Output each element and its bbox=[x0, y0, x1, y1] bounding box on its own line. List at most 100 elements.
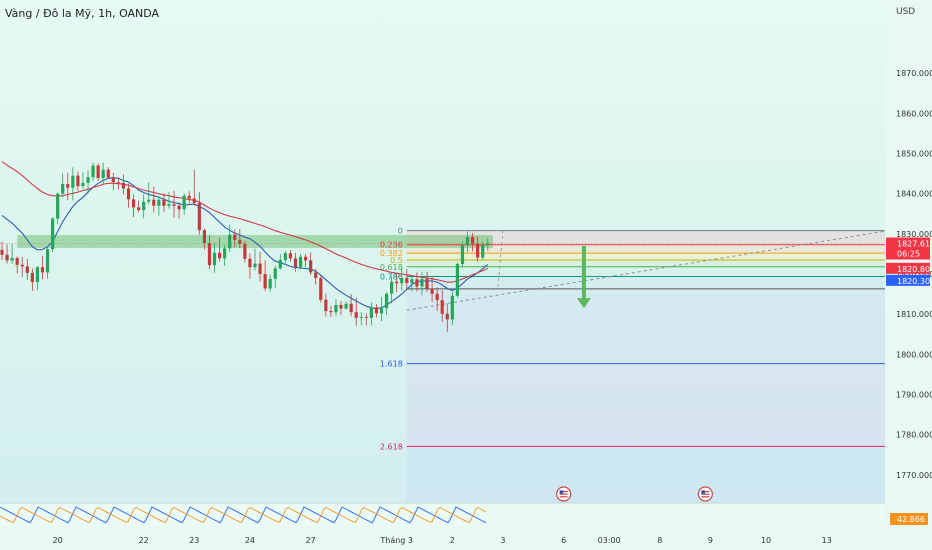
candle-body bbox=[450, 295, 454, 320]
candle-body bbox=[243, 243, 247, 259]
candle-body bbox=[207, 243, 212, 266]
price-tick-label: 1840.000 bbox=[896, 190, 932, 199]
candle-body bbox=[177, 205, 181, 210]
candle-body bbox=[314, 272, 318, 279]
candle-body bbox=[126, 188, 131, 200]
candle-body bbox=[278, 259, 282, 269]
flag-canton bbox=[701, 490, 705, 494]
candle-body bbox=[470, 237, 475, 244]
candle-body bbox=[45, 249, 50, 273]
price-tick-label: 1780.000 bbox=[896, 431, 932, 440]
candle-body bbox=[465, 237, 470, 246]
candle-body bbox=[273, 268, 277, 279]
candle-body bbox=[167, 204, 171, 206]
candle-body bbox=[142, 201, 146, 211]
time-tick-label: 2 bbox=[450, 536, 455, 545]
time-tick-label: 13 bbox=[822, 536, 832, 545]
candle-body bbox=[56, 193, 60, 219]
candle-body bbox=[486, 243, 490, 246]
candle-body bbox=[420, 278, 424, 287]
candle-body bbox=[106, 169, 110, 178]
flag-stripe bbox=[701, 493, 710, 495]
candle-body bbox=[364, 317, 368, 318]
flag-canton bbox=[559, 490, 564, 494]
candle-body bbox=[25, 266, 29, 273]
candle-body bbox=[96, 165, 100, 179]
candle-body bbox=[374, 307, 379, 314]
candle-body bbox=[40, 267, 45, 273]
candle-body bbox=[400, 278, 404, 284]
candle-body bbox=[182, 195, 186, 210]
current-price-value: 1827.615 bbox=[897, 240, 932, 249]
candle-body bbox=[212, 252, 217, 266]
candle-body bbox=[390, 281, 394, 294]
flag-stripe bbox=[559, 493, 568, 495]
resistance-zone bbox=[17, 235, 493, 248]
candle-body bbox=[369, 307, 373, 318]
oscillator-pane bbox=[0, 503, 885, 527]
candle-body bbox=[288, 253, 293, 259]
candle-body bbox=[86, 177, 90, 183]
fib-band bbox=[406, 288, 888, 364]
us-flag-icon bbox=[697, 486, 713, 502]
candle-body bbox=[223, 248, 227, 259]
symbol-title[interactable]: Vàng / Đô la Mỹ, 1h, OANDA bbox=[5, 7, 160, 20]
candle-body bbox=[91, 165, 95, 178]
candle-body bbox=[202, 230, 206, 244]
candle-body bbox=[131, 199, 136, 208]
candle-body bbox=[410, 279, 414, 283]
candle-body bbox=[197, 202, 201, 231]
candle-body bbox=[293, 258, 298, 268]
candle-body bbox=[238, 239, 242, 244]
candle-body bbox=[10, 257, 14, 261]
oscillator-value-layer: 42.866 bbox=[890, 513, 928, 525]
chart-canvas[interactable]: 00.2360.3820.50.6180.7861.6182.618 USD 1… bbox=[0, 0, 932, 550]
price-tick-label: 1850.000 bbox=[896, 150, 932, 159]
time-tick-label: 03:00 bbox=[598, 536, 621, 545]
candle-body bbox=[425, 278, 429, 289]
candle-body bbox=[248, 258, 252, 268]
candle-body bbox=[0, 249, 4, 255]
fib-band bbox=[406, 363, 888, 447]
candle-body bbox=[192, 198, 196, 203]
candle-body bbox=[20, 264, 24, 267]
time-tick-label: 20 bbox=[53, 536, 63, 545]
candle-body bbox=[228, 234, 232, 249]
candle-body bbox=[334, 304, 338, 313]
candle-body bbox=[455, 264, 459, 296]
oscillator-value: 42.866 bbox=[897, 515, 925, 524]
candle-body bbox=[162, 199, 166, 206]
candle-body bbox=[395, 281, 399, 284]
candle-body bbox=[66, 184, 70, 188]
candle-body bbox=[415, 279, 419, 287]
candle-body bbox=[359, 317, 363, 318]
candle-body bbox=[309, 260, 313, 273]
candle-body bbox=[35, 267, 40, 283]
candle-body bbox=[445, 313, 449, 320]
candle-body bbox=[329, 310, 333, 313]
time-tick-label: 8 bbox=[657, 536, 662, 545]
candle-body bbox=[172, 204, 176, 206]
time-tick-label: Tháng 3 bbox=[379, 536, 413, 545]
candle-body bbox=[268, 278, 272, 289]
ma-price-value: 1820.804 bbox=[897, 265, 932, 274]
candle-body bbox=[30, 272, 34, 283]
price-tick-label: 1860.000 bbox=[896, 109, 932, 118]
price-tick-label: 1800.000 bbox=[896, 350, 932, 359]
candle-body bbox=[405, 278, 409, 283]
candle-body bbox=[304, 256, 308, 261]
candle-body bbox=[379, 308, 384, 314]
us-flag-icon bbox=[556, 486, 572, 502]
fib-level-label: 1.618 bbox=[380, 360, 403, 369]
candle-body bbox=[233, 234, 237, 240]
candle-body bbox=[76, 175, 80, 187]
fib-level-label: 2.618 bbox=[380, 442, 403, 451]
candle-body bbox=[324, 299, 328, 311]
price-tick-label: 1870.000 bbox=[896, 69, 932, 78]
time-tick-label: 23 bbox=[189, 536, 199, 545]
time-axis[interactable] bbox=[0, 527, 885, 550]
candle-body bbox=[81, 182, 85, 187]
candle-body bbox=[187, 195, 191, 199]
fib-band bbox=[406, 259, 888, 267]
candle-body bbox=[111, 177, 115, 183]
